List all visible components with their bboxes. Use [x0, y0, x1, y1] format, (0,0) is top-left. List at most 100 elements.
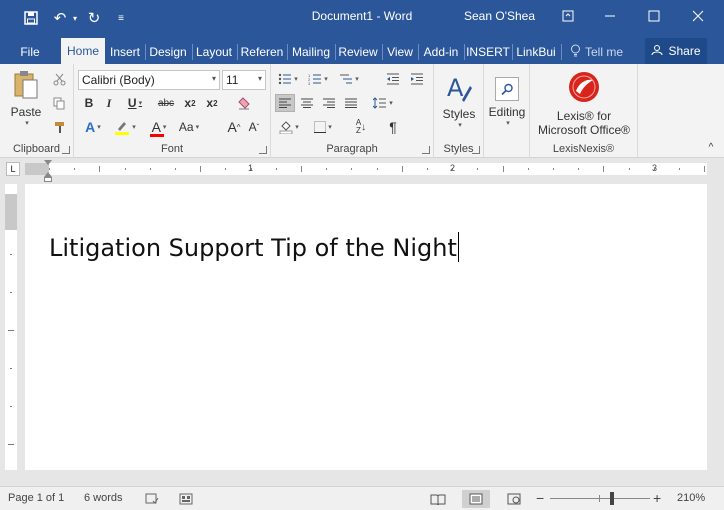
macro-recording-icon[interactable]: [172, 490, 200, 508]
tab-insert-custom[interactable]: INSERT: [465, 40, 511, 64]
lightbulb-icon: [570, 44, 581, 60]
proofing-icon[interactable]: [138, 490, 166, 508]
close-icon[interactable]: [678, 0, 718, 32]
numbering-icon[interactable]: 1 2 3 ▾: [305, 70, 331, 88]
document-page[interactable]: Litigation Support Tip of the Night: [25, 184, 707, 470]
multilevel-list-icon[interactable]: ▾: [335, 70, 363, 88]
paragraph-launcher-icon[interactable]: [422, 146, 430, 154]
grow-font-icon[interactable]: A ^: [224, 118, 244, 136]
align-left-icon[interactable]: [275, 94, 295, 112]
underline-icon[interactable]: U ▾: [122, 94, 148, 112]
justify-icon[interactable]: [341, 94, 361, 112]
sort-icon[interactable]: A Z ↓: [351, 118, 371, 136]
tab-add-ins[interactable]: Add-in: [419, 40, 463, 64]
paste-button[interactable]: Paste ▾: [6, 68, 46, 128]
ribbon-display-options-icon[interactable]: [548, 0, 588, 32]
font-group: Calibri (Body) ▾ 11 ▾ B I U ▾ abc x2 x2 A…: [74, 64, 271, 158]
tab-insert[interactable]: Insert: [106, 40, 144, 64]
highlight-color-icon[interactable]: ▾: [112, 118, 138, 136]
superscript-icon[interactable]: x2: [202, 94, 222, 112]
undo-icon[interactable]: ↶: [48, 0, 72, 36]
zoom-slider-thumb[interactable]: [610, 492, 614, 505]
shrink-font-icon[interactable]: Aˇ: [244, 118, 264, 136]
undo-dropdown-icon[interactable]: ▾: [70, 0, 80, 36]
align-right-icon[interactable]: [319, 94, 339, 112]
tab-references[interactable]: Referen: [238, 40, 286, 64]
clear-formatting-icon[interactable]: [234, 94, 254, 112]
left-indent-marker[interactable]: [44, 177, 52, 182]
user-name[interactable]: Sean O'Shea: [464, 9, 535, 23]
tell-me-label: Tell me: [585, 45, 624, 59]
save-icon[interactable]: [18, 0, 44, 36]
font-size-combo[interactable]: 11 ▾: [222, 70, 266, 90]
styles-button[interactable]: A Styles ▾: [438, 70, 480, 132]
bold-icon[interactable]: B: [80, 94, 98, 112]
increase-indent-icon[interactable]: [407, 70, 427, 88]
document-body[interactable]: Litigation Support Tip of the Night: [49, 232, 459, 262]
styles-launcher-icon[interactable]: [472, 146, 480, 154]
lexis-line2: Microsoft Office®: [538, 122, 630, 137]
page-count[interactable]: Page 1 of 1: [8, 492, 64, 504]
tell-me-box[interactable]: Tell me: [570, 40, 623, 64]
web-layout-icon[interactable]: [500, 490, 528, 508]
change-case-icon[interactable]: Aa ▾: [176, 118, 202, 136]
lexis-line1: Lexis® for: [556, 108, 612, 123]
decrease-indent-icon[interactable]: [383, 70, 403, 88]
font-color-icon[interactable]: A ▾: [146, 118, 172, 137]
italic-icon[interactable]: I: [100, 94, 118, 112]
tab-mailings[interactable]: Mailing: [288, 40, 334, 64]
minimize-icon[interactable]: [590, 0, 630, 32]
redo-icon[interactable]: ↻: [82, 0, 106, 36]
font-name-combo[interactable]: Calibri (Body) ▾: [78, 70, 220, 90]
shading-icon[interactable]: ▾: [275, 118, 303, 136]
format-painter-icon[interactable]: [50, 118, 68, 136]
tab-design[interactable]: Design: [146, 40, 190, 64]
editing-label: Editing: [488, 105, 526, 119]
subscript-icon[interactable]: x2: [180, 94, 200, 112]
show-formatting-marks-icon[interactable]: ¶: [383, 118, 403, 136]
ruler-tick: [49, 168, 50, 170]
borders-icon[interactable]: ▾: [309, 118, 337, 136]
ruler-tick: [175, 168, 176, 170]
ruler-number: 2: [450, 163, 456, 173]
cut-icon[interactable]: [50, 70, 68, 88]
tab-home[interactable]: Home: [61, 38, 105, 64]
tab-selector-icon[interactable]: L: [6, 162, 20, 176]
tab-linkbuilder[interactable]: LinkBui: [513, 40, 559, 64]
copy-icon[interactable]: [50, 94, 68, 112]
styles-group: A Styles ▾ Styles: [434, 64, 484, 158]
zoom-slider[interactable]: [550, 498, 650, 499]
title-bar: ↶ ▾ ↻ ≡ Document1 - Word Sean O'Shea: [0, 0, 724, 36]
ruler-tick: [578, 168, 580, 170]
align-center-icon[interactable]: [297, 94, 317, 112]
lexis-for-office-button[interactable]: Lexis® for Microsoft Office®: [532, 68, 636, 138]
vertical-scrollbar[interactable]: [707, 182, 724, 486]
font-size-value: 11: [226, 73, 239, 87]
maximize-icon[interactable]: [634, 0, 674, 32]
tab-file[interactable]: File: [12, 40, 48, 64]
clipboard-launcher-icon[interactable]: [62, 146, 70, 154]
collapse-ribbon-icon[interactable]: ^: [704, 140, 718, 154]
ruler-tick: [704, 166, 706, 172]
print-layout-icon[interactable]: [462, 490, 490, 508]
font-launcher-icon[interactable]: [259, 146, 267, 154]
zoom-in-icon[interactable]: +: [653, 490, 661, 506]
font-size-dropdown-icon: ▾: [257, 74, 262, 83]
word-count[interactable]: 6 words: [84, 492, 123, 504]
customize-qat-icon[interactable]: ≡: [112, 0, 130, 36]
strikethrough-icon[interactable]: abc: [156, 94, 176, 112]
line-spacing-icon[interactable]: ▾: [369, 94, 397, 112]
status-bar: Page 1 of 1 6 words − + 210%: [0, 486, 724, 510]
highlight-swatch: [115, 132, 130, 135]
first-line-indent-marker[interactable]: [44, 160, 52, 165]
zoom-out-icon[interactable]: −: [536, 490, 544, 506]
tab-layout[interactable]: Layout: [193, 40, 235, 64]
share-button[interactable]: Share: [645, 38, 707, 64]
zoom-level[interactable]: 210%: [677, 492, 705, 504]
read-mode-icon[interactable]: [424, 490, 452, 508]
editing-button[interactable]: Editing ▾: [487, 70, 527, 134]
tab-review[interactable]: Review: [336, 40, 380, 64]
bullets-icon[interactable]: ▾: [275, 70, 301, 88]
tab-view[interactable]: View: [383, 40, 417, 64]
text-effects-icon[interactable]: A ▾: [80, 118, 106, 136]
